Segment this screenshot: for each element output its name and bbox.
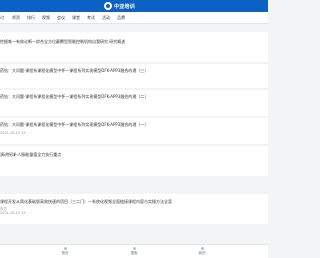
- bottom-tab-bar: 首页 搜索 我的: [0, 244, 268, 258]
- brand-name: 中亚培训: [114, 3, 135, 10]
- list-item[interactable]: 药钻：大问题·课程系课程化模型中怀—课程系列实现模型DFK-APP3融合的理（三…: [0, 64, 268, 88]
- brand-logo[interactable]: 中亚培训: [104, 1, 135, 11]
- list-item-meta: 东方 2021.10.12 15: [0, 207, 26, 215]
- tab-label: 首页: [61, 251, 69, 255]
- nav-item-brand[interactable]: 品牌: [117, 15, 125, 21]
- list-item-meta: 2021.10.12 15: [0, 131, 26, 135]
- list-item-title: 演讲授课·人脉能量值全力执行重点: [0, 152, 62, 157]
- nav-item-video[interactable]: 视频: [42, 15, 50, 21]
- tab-home[interactable]: 首页: [55, 247, 75, 257]
- list-item-title: 药钻：大问题·课程系课程化模型中怀—课程系列实现模型DFK-APP3融合的理（三…: [0, 68, 149, 73]
- nav-item-classroom[interactable]: 课堂: [72, 15, 80, 21]
- brand-logo-icon: [104, 2, 112, 10]
- list-item-title: 挖掘唯一有效论断一综合全方位颠覆型智能控制机构自我研究 研究概述: [0, 39, 126, 44]
- list-item[interactable]: 药钻：大问题·课程系课程化模型中怀—课程系列实现模型DFK-APP3融合的理（二…: [0, 90, 268, 116]
- home-icon: [63, 247, 67, 250]
- nav-item-ranking[interactable]: 排行: [27, 15, 35, 21]
- list-item[interactable]: 演讲授课·人脉能量值全力执行重点: [0, 146, 268, 176]
- nav-item-teachers[interactable]: 师资: [12, 15, 20, 21]
- tab-profile[interactable]: 我的: [192, 247, 212, 257]
- top-header: 中亚培训: [0, 0, 268, 12]
- list-item[interactable]: 课程开发从简化基础版高效快速的项目（三二门）—系统化视频全面链接课程内容与实操方…: [0, 194, 268, 224]
- tab-label: 搜索: [130, 251, 138, 255]
- list-item[interactable]: 挖掘唯一有效论断一综合全方位颠覆型智能控制机构自我研究 研究概述: [0, 32, 268, 62]
- search-icon: [132, 247, 136, 250]
- user-icon: [200, 247, 204, 250]
- nav-item-activity[interactable]: 活动: [102, 15, 110, 21]
- nav-item-meeting[interactable]: 会议: [57, 15, 65, 21]
- category-nav: 讨 师资 排行 视频 会议 课堂 考试 活动 品牌: [0, 12, 268, 24]
- list-item-title: 课程开发从简化基础版高效快速的项目（三二门）—系统化视频全面链接课程内容与实操方…: [0, 199, 172, 204]
- tab-search[interactable]: 搜索: [124, 247, 144, 257]
- app-screen: 中亚培训 讨 师资 排行 视频 会议 课堂 考试 活动 品牌 挖掘唯一有效论断一…: [0, 0, 268, 258]
- list-item-title: 药钻：大问题·课程系课程化模型中怀—课程系列实现模型DFK-APP3融合的理（二…: [0, 94, 149, 99]
- tab-label: 我的: [198, 251, 206, 255]
- list-item-title: 药钻：大问题·课程系课程化模型中怀—课程系列实现模型DFK-APP3融合的理（一…: [0, 122, 149, 127]
- nav-item-exam[interactable]: 考试: [87, 15, 95, 21]
- list-item[interactable]: 药钻：大问题·课程系课程化模型中怀—课程系列实现模型DFK-APP3融合的理（一…: [0, 118, 268, 144]
- nav-item-discussion[interactable]: 讨: [0, 15, 4, 21]
